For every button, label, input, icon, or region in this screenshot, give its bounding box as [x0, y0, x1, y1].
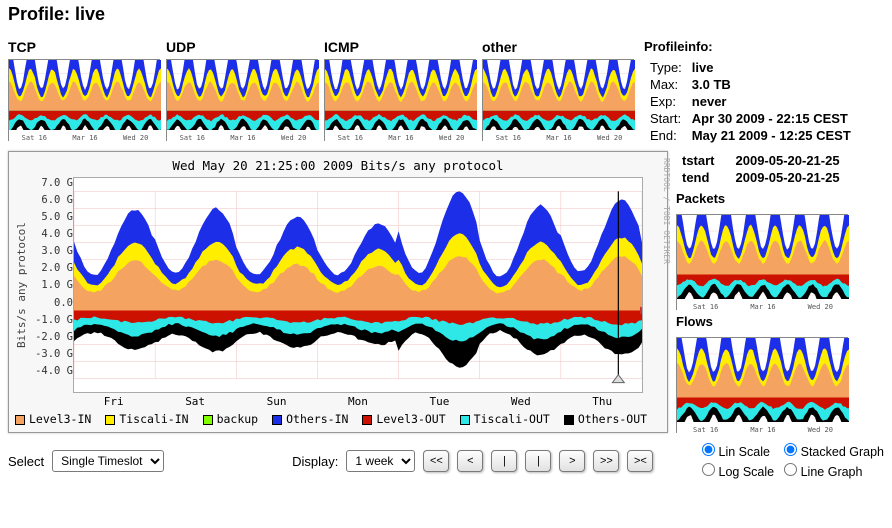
- pi-type-v: live: [692, 60, 714, 75]
- legend-backup: backup: [203, 412, 259, 426]
- pi-end-k: End:: [646, 128, 686, 143]
- proto-udp-label: UDP: [166, 39, 318, 55]
- svg-text:Mar 16: Mar 16: [750, 303, 775, 311]
- mini-chart-icmp-svg: Sat 16 Mar 16 Wed 20: [325, 60, 477, 142]
- mini-chart-packets-svg: Sat 16 Mar 16 Wed 20: [677, 215, 849, 311]
- svg-text:Mar 16: Mar 16: [72, 134, 97, 142]
- tstart-k: tstart: [682, 153, 715, 168]
- mini-chart-tcp-svg: Sat 16 Mar 16 Wed 20: [9, 60, 161, 142]
- svg-text:Sat 16: Sat 16: [693, 426, 718, 434]
- svg-text:Mar 16: Mar 16: [546, 134, 571, 142]
- radio-stacked[interactable]: Stacked Graph: [784, 443, 884, 459]
- pi-end-v: May 21 2009 - 12:25 CEST: [692, 128, 851, 143]
- tend-v: 2009-05-20-21-25: [736, 170, 840, 185]
- svg-text:Wed 20: Wed 20: [439, 134, 464, 142]
- pi-exp-k: Exp:: [646, 94, 686, 109]
- radio-logscale[interactable]: Log Scale: [702, 463, 774, 479]
- radio-line[interactable]: Line Graph: [784, 463, 884, 479]
- mini-chart-flows[interactable]: Sat 16 Mar 16 Wed 20: [676, 337, 848, 433]
- svg-text:Sat 16: Sat 16: [22, 134, 47, 142]
- nav-prev-button[interactable]: <: [457, 450, 483, 472]
- proto-other: other Sat 16 Mar 16 Wed 20: [482, 39, 634, 141]
- nav-mark1-button[interactable]: |: [491, 450, 517, 472]
- legend-level3_in: Level3-IN: [15, 412, 91, 426]
- mini-chart-other-svg: Sat 16 Mar 16 Wed 20: [483, 60, 635, 142]
- nav-last-button[interactable]: >>: [593, 450, 619, 472]
- svg-text:Sat 16: Sat 16: [180, 134, 205, 142]
- nav-first-button[interactable]: <<: [423, 450, 449, 472]
- mini-chart-flows-svg: Sat 16 Mar 16 Wed 20: [677, 338, 849, 434]
- proto-icmp-label: ICMP: [324, 39, 476, 55]
- legend: Level3-IN Tiscali-IN backup Others-IN Level3…: [15, 412, 661, 426]
- rrdtool-label: RRDTOOL / TOBI OETIKER: [662, 158, 671, 264]
- pi-start-v: Apr 30 2009 - 22:15 CEST: [692, 111, 848, 126]
- mini-chart-other[interactable]: Sat 16 Mar 16 Wed 20: [482, 59, 634, 141]
- pi-max-k: Max:: [646, 77, 686, 92]
- nav-zoom-button[interactable]: ><: [627, 450, 653, 472]
- profileinfo-label: Profileinfo:: [644, 39, 857, 54]
- proto-icmp: ICMP Sat 16 Mar 16 Wed 20: [324, 39, 476, 141]
- svg-text:Mar 16: Mar 16: [230, 134, 255, 142]
- pi-exp-v: never: [692, 94, 727, 109]
- svg-text:Sat 16: Sat 16: [496, 134, 521, 142]
- proto-tcp: TCP Sat 16 Mar 16 Wed 20: [8, 39, 160, 141]
- yaxis-ticks: 7.0 G6.0 G5.0 G4.0 G3.0 G2.0 G1.0 G0.0-1…: [31, 177, 73, 377]
- svg-text:Wed 20: Wed 20: [808, 426, 833, 434]
- mini-chart-tcp[interactable]: Sat 16 Mar 16 Wed 20: [8, 59, 160, 141]
- proto-other-label: other: [482, 39, 634, 55]
- svg-text:Wed 20: Wed 20: [123, 134, 148, 142]
- xaxis-ticks: FriSatSunMonTueWedThu: [73, 395, 643, 408]
- select-label: Select: [8, 454, 44, 469]
- mini-chart-udp[interactable]: Sat 16 Mar 16 Wed 20: [166, 59, 318, 141]
- tend-k: tend: [682, 170, 709, 185]
- select-timeslot[interactable]: Single Timeslot: [52, 450, 164, 472]
- proto-tcp-label: TCP: [8, 39, 160, 55]
- legend-others_out: Others-OUT: [564, 412, 647, 426]
- pi-max-v: 3.0 TB: [692, 77, 731, 92]
- pi-type-k: Type:: [646, 60, 686, 75]
- time-table: tstart 2009-05-20-21-25 tend 2009-05-20-21…: [676, 151, 876, 187]
- pi-start-k: Start:: [646, 111, 686, 126]
- legend-tiscali_out: Tiscali-OUT: [460, 412, 550, 426]
- svg-text:Sat 16: Sat 16: [693, 303, 718, 311]
- svg-text:Wed 20: Wed 20: [281, 134, 306, 142]
- mini-chart-udp-svg: Sat 16 Mar 16 Wed 20: [167, 60, 319, 142]
- svg-text:Wed 20: Wed 20: [808, 303, 833, 311]
- profile-info: Profileinfo: Type: live Max: 3.0 TB Exp: ne…: [644, 39, 857, 145]
- main-chart-title: Wed May 20 21:25:00 2009 Bits/s any prot…: [15, 158, 661, 173]
- svg-text:Wed 20: Wed 20: [597, 134, 622, 142]
- nav-mark2-button[interactable]: |: [525, 450, 551, 472]
- nav-next-button[interactable]: >: [559, 450, 585, 472]
- svg-text:Sat 16: Sat 16: [338, 134, 363, 142]
- mini-chart-packets[interactable]: Sat 16 Mar 16 Wed 20: [676, 214, 848, 310]
- mini-chart-icmp[interactable]: Sat 16 Mar 16 Wed 20: [324, 59, 476, 141]
- svg-text:Mar 16: Mar 16: [388, 134, 413, 142]
- main-chart[interactable]: [73, 177, 643, 393]
- legend-others_in: Others-IN: [272, 412, 348, 426]
- display-label: Display:: [292, 454, 338, 469]
- flows-label: Flows: [676, 314, 876, 329]
- yaxis-label: Bits/s any protocol: [15, 177, 29, 393]
- svg-text:Mar 16: Mar 16: [750, 426, 775, 434]
- proto-udp: UDP Sat 16 Mar 16 Wed 20: [166, 39, 318, 141]
- radio-linscale[interactable]: Lin Scale: [702, 443, 774, 459]
- display-range[interactable]: 1 week: [346, 450, 415, 472]
- packets-label: Packets: [676, 191, 876, 206]
- page-title: Profile: live: [8, 4, 884, 25]
- tstart-v: 2009-05-20-21-25: [736, 153, 840, 168]
- legend-level3_out: Level3-OUT: [362, 412, 445, 426]
- legend-tiscali_in: Tiscali-IN: [105, 412, 188, 426]
- main-chart-panel: Wed May 20 21:25:00 2009 Bits/s any prot…: [8, 151, 668, 433]
- scale-radios: Lin Scale Stacked Graph Log Scale Line G…: [702, 443, 884, 479]
